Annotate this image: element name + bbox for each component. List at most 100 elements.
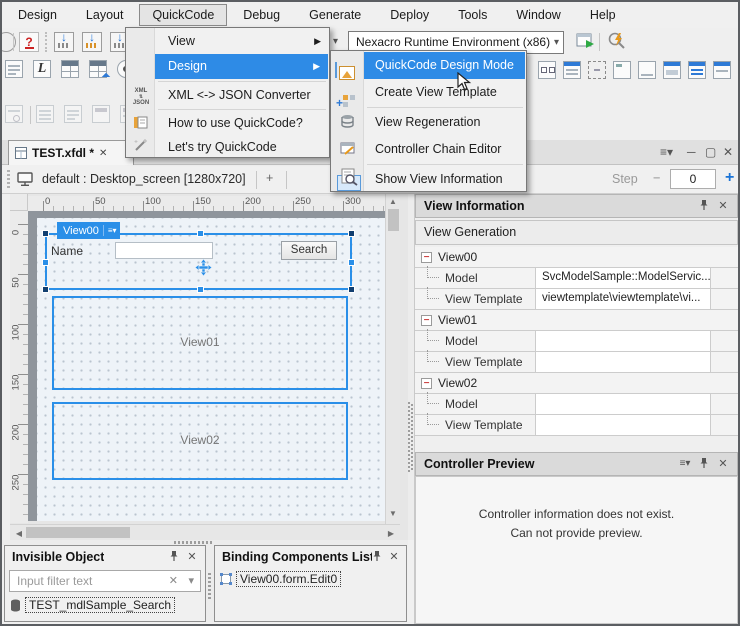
list-edit-icon[interactable] xyxy=(36,105,54,123)
quick-view-icon[interactable] xyxy=(607,31,627,54)
textarea-component-icon[interactable] xyxy=(5,60,23,78)
menu-item-controller-chain-editor[interactable]: Controller Chain Editor xyxy=(331,136,526,163)
drag-handle[interactable] xyxy=(7,170,10,189)
step-decrement-button[interactable]: − xyxy=(653,171,660,185)
listbox-component-icon[interactable] xyxy=(563,61,581,79)
resize-handle[interactable] xyxy=(42,286,49,293)
close-panel-icon[interactable]: ✕ xyxy=(185,550,199,564)
import-objects-icon[interactable]: ↓ xyxy=(82,32,102,52)
drag-handle[interactable] xyxy=(208,573,211,599)
tree-row[interactable]: Model SvcModelSample::ModelServic... xyxy=(415,268,738,289)
resize-handle[interactable] xyxy=(42,259,49,266)
step-increment-button[interactable]: + xyxy=(725,169,734,187)
menu-item-quickcode-design-mode[interactable]: QuickCode Design Mode xyxy=(364,52,525,79)
tree-group-row[interactable]: − View00 xyxy=(415,247,738,268)
menu-layout[interactable]: Layout xyxy=(73,4,137,26)
static-text-component-icon[interactable]: L xyxy=(33,60,51,78)
menu-item-how-to-use[interactable]: How to use QuickCode? xyxy=(126,111,329,136)
scroll-left-icon[interactable]: ◀ xyxy=(13,529,25,539)
view00-component[interactable]: Name Search xyxy=(45,233,352,290)
toolbar-overflow-caret-icon[interactable]: ▾ xyxy=(333,36,338,47)
edit0-field[interactable] xyxy=(115,242,213,259)
binding-component-item[interactable]: View00.form.Edit0 xyxy=(220,571,341,587)
textbox-a-component-icon[interactable] xyxy=(638,61,656,79)
calendar-component-icon[interactable] xyxy=(663,61,681,79)
menu-design[interactable]: Design xyxy=(5,4,70,26)
grid-component-icon[interactable] xyxy=(61,60,79,78)
template-value[interactable] xyxy=(535,352,710,373)
menu-tools[interactable]: Tools xyxy=(445,4,500,26)
close-panel-icon[interactable]: ✕ xyxy=(716,457,730,471)
collapse-icon[interactable]: − xyxy=(421,252,432,263)
search-button[interactable]: Search xyxy=(281,241,337,260)
menu-item-view[interactable]: View▶ xyxy=(126,29,329,54)
pin-icon[interactable] xyxy=(167,550,181,564)
tab-test-xfdl[interactable]: TEST.xfdl * ✕ xyxy=(8,140,134,165)
add-screen-button[interactable]: + xyxy=(266,171,273,185)
checkbox-component-icon[interactable] xyxy=(538,61,556,79)
list-remove-icon[interactable] xyxy=(64,105,82,123)
pin-icon[interactable] xyxy=(370,550,384,564)
form-design-surface[interactable]: Name Search View00 ≡▾ View01 View02 xyxy=(37,218,385,521)
menu-quickcode[interactable]: QuickCode xyxy=(139,4,227,26)
view02-component[interactable]: View02 xyxy=(52,402,348,480)
vertical-scrollbar[interactable]: ▲ ▼ xyxy=(385,194,400,524)
menu-deploy[interactable]: Deploy xyxy=(377,4,442,26)
combo-caret-icon[interactable]: ▾ xyxy=(554,32,559,53)
gridview-component-icon[interactable] xyxy=(89,60,107,78)
step-value-input[interactable] xyxy=(670,169,716,189)
find-in-document-icon[interactable] xyxy=(5,105,23,123)
scroll-right-icon[interactable]: ▶ xyxy=(385,529,397,539)
resize-handle[interactable] xyxy=(348,230,355,237)
collapse-icon[interactable]: − xyxy=(421,315,432,326)
resize-handle[interactable] xyxy=(348,259,355,266)
close-panel-icon[interactable]: ✕ xyxy=(716,199,730,213)
menu-window[interactable]: Window xyxy=(503,4,573,26)
frame-component-icon[interactable] xyxy=(613,61,631,79)
selection-area-icon[interactable] xyxy=(588,61,606,79)
model-value[interactable] xyxy=(535,331,710,352)
tree-group-row[interactable]: − View01 xyxy=(415,310,738,331)
pin-icon[interactable] xyxy=(697,457,711,471)
view-menu-icon[interactable]: ≡▾ xyxy=(108,227,117,235)
model-value[interactable] xyxy=(535,394,710,415)
tree-row[interactable]: View Template xyxy=(415,352,738,373)
minimize-icon[interactable]: ─ xyxy=(687,145,696,159)
menu-item-xml-json-converter[interactable]: XML <-> JSON Converter xyxy=(126,83,329,108)
tree-row[interactable]: View Template viewtemplate\viewtemplate\… xyxy=(415,289,738,310)
tree-group-row[interactable]: − View02 xyxy=(415,373,738,394)
drag-handle[interactable] xyxy=(174,541,214,544)
window-preview-icon[interactable] xyxy=(92,105,110,123)
restore-icon[interactable]: ▢ xyxy=(705,145,716,159)
collapse-icon[interactable]: − xyxy=(421,378,432,389)
view00-tag[interactable]: View00 ≡▾ xyxy=(57,222,120,239)
tree-row[interactable]: Model xyxy=(415,394,738,415)
menu-debug[interactable]: Debug xyxy=(230,4,293,26)
panel-menu-icon[interactable]: ≡▾ xyxy=(678,457,692,471)
template-value[interactable] xyxy=(535,415,710,436)
tabpage-component-icon[interactable] xyxy=(713,61,731,79)
static-name-label[interactable]: Name xyxy=(51,244,83,258)
scroll-up-icon[interactable]: ▲ xyxy=(387,197,399,207)
scroll-down-icon[interactable]: ▼ xyxy=(387,509,399,519)
vertical-splitter[interactable] xyxy=(206,545,214,622)
resize-handle[interactable] xyxy=(348,286,355,293)
clear-filter-icon[interactable]: ✕ xyxy=(169,574,178,587)
menu-item-lets-try[interactable]: Let's try QuickCode xyxy=(126,135,329,160)
tab-close-icon[interactable]: ✕ xyxy=(99,148,107,159)
filter-caret-icon[interactable]: ▾ xyxy=(188,574,194,587)
launch-runtime-icon[interactable] xyxy=(576,32,595,53)
template-value[interactable]: viewtemplate\viewtemplate\vi... xyxy=(535,289,710,310)
filter-input[interactable] xyxy=(15,573,145,589)
resize-handle[interactable] xyxy=(197,230,204,237)
menu-help[interactable]: Help xyxy=(577,4,629,26)
close-panel-icon[interactable]: ✕ xyxy=(387,550,401,564)
import-components-icon[interactable]: ↓ xyxy=(54,32,74,52)
view01-component[interactable]: View01 xyxy=(52,296,348,390)
model-value[interactable]: SvcModelSample::ModelServic... xyxy=(535,268,710,289)
scrollbar-thumb[interactable] xyxy=(388,209,399,231)
resize-handle[interactable] xyxy=(42,230,49,237)
invisible-object-item[interactable]: TEST_mdlSample_Search xyxy=(10,597,175,613)
pin-icon[interactable] xyxy=(697,199,711,213)
help-icon[interactable]: ? xyxy=(19,32,39,52)
